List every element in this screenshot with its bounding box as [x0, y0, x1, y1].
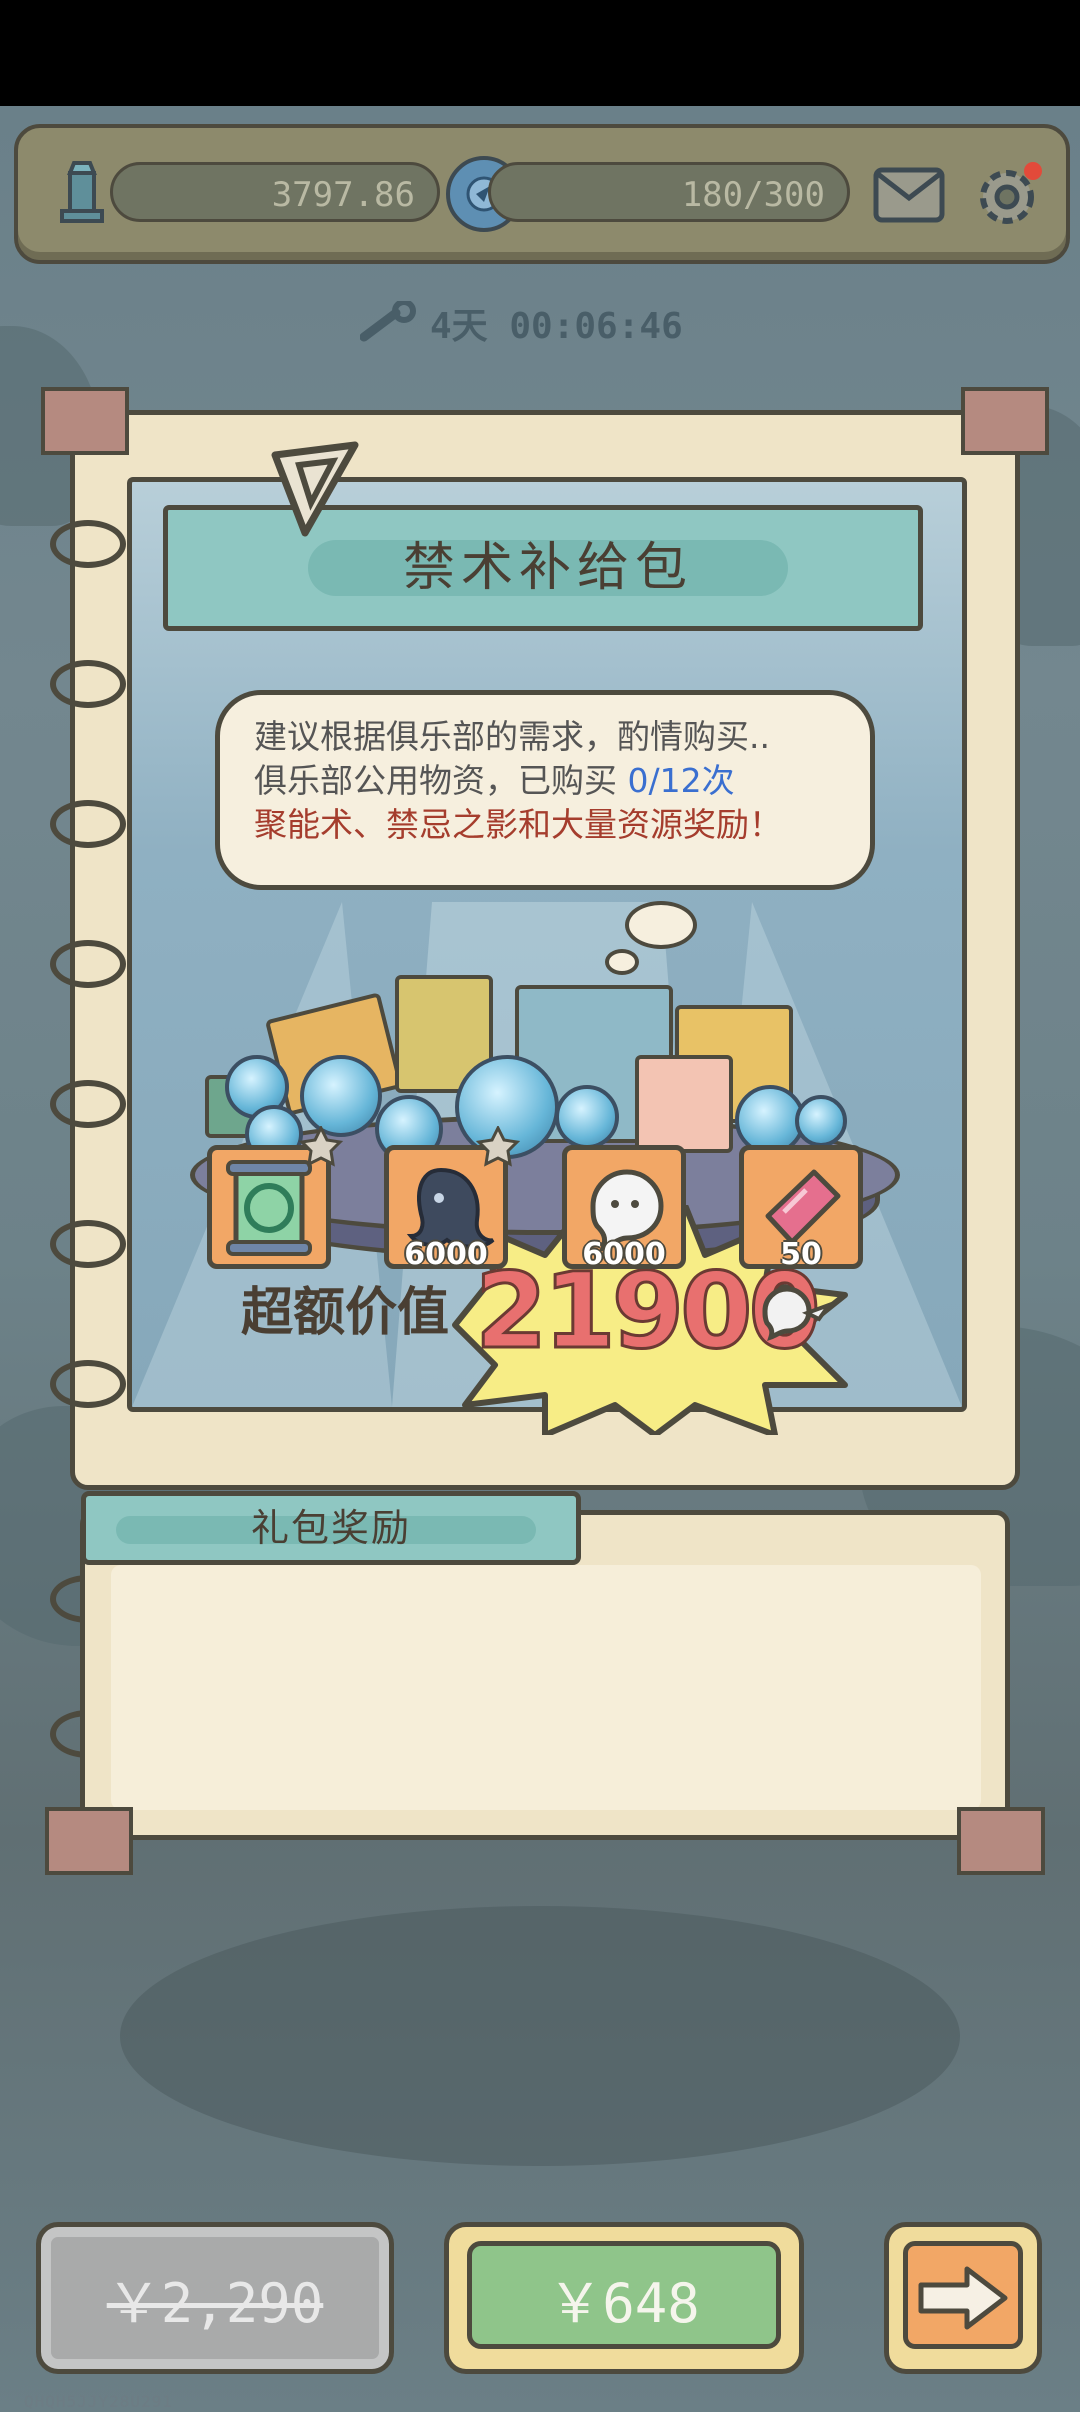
gear-icon[interactable]	[964, 150, 1054, 240]
bubble-dot-small	[605, 949, 639, 975]
star-badge-icon	[298, 1126, 344, 1167]
buy-price: ￥648	[548, 2271, 700, 2335]
wrench-icon	[360, 301, 416, 342]
currency-display: 3797.86	[110, 162, 440, 222]
resource-bar: 3797.86 180/300	[14, 124, 1070, 264]
bracket-top-left	[41, 387, 129, 455]
bracket-top-right	[961, 387, 1049, 455]
notebook-frame: 禁术补给包 建议根据俱乐部的需求，酌情购买.. 俱乐部公用物资，已购买 0/12…	[41, 387, 1049, 1490]
original-price: ￥2,290	[106, 2271, 324, 2335]
arrow-right-icon	[918, 2266, 1008, 2330]
reward-item-scroll[interactable]	[207, 1126, 344, 1269]
reward-count: 6000	[582, 1237, 666, 1272]
reward-item-ticket[interactable]: 50	[739, 1145, 863, 1272]
rune-emblem-icon	[271, 441, 359, 537]
reward-card: 礼包奖励	[45, 1491, 1045, 1875]
value-label: 超额价值	[241, 1283, 450, 1343]
original-price-button: ￥2,290	[36, 2222, 394, 2374]
buy-button[interactable]: ￥648	[444, 2222, 804, 2374]
spell-scroll-icon	[226, 1160, 312, 1256]
purchase-count: 0/12次	[627, 761, 735, 800]
mail-icon[interactable]	[866, 152, 952, 238]
star-badge-icon	[475, 1126, 521, 1167]
bracket-bottom-left	[45, 1807, 133, 1875]
description-line-3: 聚能术、禁忌之影和大量资源奖励！	[254, 805, 782, 844]
description-line-1: 建议根据俱乐部的需求，酌情购买..	[254, 717, 770, 756]
description-line-2: 俱乐部公用物资，已购买 0/12次	[254, 761, 735, 800]
reward-count: 50	[780, 1237, 822, 1272]
watermark: QHQH5JJY28U291	[24, 2392, 173, 2411]
timer-text: 4天 00:06:46	[430, 306, 683, 347]
pack-description-bubble: 建议根据俱乐部的需求，酌情购买.. 俱乐部公用物资，已购买 0/12次 聚能术、…	[215, 690, 875, 890]
reward-title-tab: 礼包奖励	[81, 1491, 581, 1565]
reward-item-shadow[interactable]: 6000	[384, 1126, 521, 1272]
reward-title: 礼包奖励	[250, 1506, 411, 1550]
next-button[interactable]	[884, 2222, 1042, 2374]
energy-display: 180/300	[488, 162, 850, 222]
ghost-icon	[762, 1286, 835, 1341]
bubble-dot-large	[625, 901, 697, 949]
reward-count: 6000	[404, 1237, 488, 1272]
event-timer: 4天 00:06:46	[360, 298, 683, 348]
bracket-bottom-right	[957, 1807, 1045, 1875]
reward-item-ghost[interactable]: 6000	[562, 1145, 686, 1272]
